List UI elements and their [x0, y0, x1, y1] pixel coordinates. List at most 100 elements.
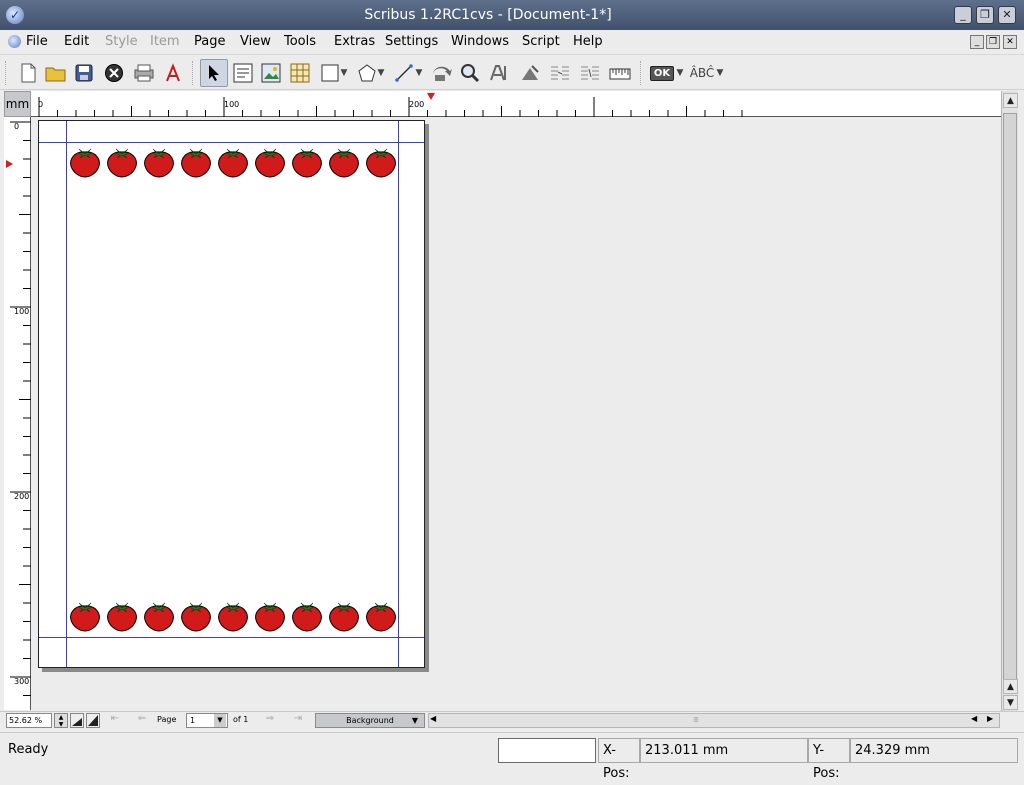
- menu-item[interactable]: Item: [150, 34, 180, 49]
- ruler-pointer-marker: [6, 160, 13, 168]
- select-arrow-icon[interactable]: [200, 59, 228, 87]
- chevron-down-icon[interactable]: ▼: [713, 59, 727, 87]
- scroll-right-arrow-icon[interactable]: ▶: [987, 714, 993, 723]
- document-page[interactable]: [38, 120, 425, 668]
- strawberry-icon: [364, 599, 398, 633]
- scroll-up-arrow-icon[interactable]: ▲: [1003, 679, 1018, 694]
- menu-help[interactable]: Help: [573, 34, 603, 49]
- menu-extras[interactable]: Extras: [334, 34, 375, 49]
- zoom-in-icon[interactable]: [86, 713, 100, 728]
- ruler-h-label-200: 200: [409, 100, 425, 109]
- menu-page[interactable]: Page: [194, 34, 225, 49]
- print-icon[interactable]: [130, 59, 158, 87]
- zoom-out-icon[interactable]: [70, 713, 84, 728]
- close-window-button[interactable]: ✕: [998, 6, 1016, 24]
- vertical-scrollbar[interactable]: ▲ ▲ ▼: [1001, 91, 1018, 711]
- preflight-label: OK: [649, 65, 675, 81]
- xpos-label: X-Pos:: [598, 738, 640, 781]
- document-menu-icon[interactable]: [8, 35, 21, 48]
- page-label: Page: [157, 715, 177, 724]
- zoom-stepper[interactable]: ▲ ▼: [54, 713, 68, 728]
- scroll-left-arrow-icon[interactable]: ◀: [971, 714, 977, 723]
- first-page-icon[interactable]: ⇤: [104, 713, 126, 728]
- strawberry-icon: [253, 145, 287, 179]
- ruler-pointer-marker: [427, 93, 435, 100]
- progress-bar: [498, 738, 596, 763]
- chevron-down-icon[interactable]: ▼: [337, 59, 351, 87]
- scroll-left-arrow-icon[interactable]: ◀: [430, 714, 436, 723]
- mdi-close-button[interactable]: ✕: [1003, 35, 1017, 49]
- strawberry-icon: [179, 599, 213, 633]
- layer-value: Background: [346, 716, 394, 725]
- vertical-ruler-ticks: [6, 121, 31, 696]
- chevron-down-icon[interactable]: ▼: [412, 714, 418, 727]
- menu-style[interactable]: Style: [105, 34, 138, 49]
- save-icon[interactable]: [70, 59, 98, 87]
- link-frames-icon[interactable]: [546, 59, 574, 87]
- zoom-icon[interactable]: [456, 59, 484, 87]
- minimize-button[interactable]: _: [954, 6, 972, 24]
- strawberry-icon: [105, 145, 139, 179]
- zoom-field[interactable]: 52.62 %: [6, 713, 52, 728]
- strawberry-icon: [142, 145, 176, 179]
- strawberry-icon: [105, 599, 139, 633]
- image-frame-icon[interactable]: [257, 59, 285, 87]
- maximize-button[interactable]: ❐: [976, 6, 994, 24]
- main-toolbar: ▼ ▼ ▼ OK ▼ ÂBĈ ▼: [0, 56, 1024, 90]
- next-page-icon[interactable]: ⇒: [259, 713, 281, 728]
- edit-contents-icon[interactable]: [486, 59, 514, 87]
- menu-edit[interactable]: Edit: [64, 34, 89, 49]
- rotate-icon[interactable]: [428, 59, 456, 87]
- open-folder-icon[interactable]: [42, 59, 70, 87]
- margin-guide-top: [39, 142, 424, 143]
- title-bar: ✓ Scribus 1.2RC1cvs - [Document-1*] _ ❐ …: [0, 0, 1024, 30]
- menu-file[interactable]: File: [26, 34, 48, 49]
- menu-view[interactable]: View: [240, 34, 271, 49]
- strawberry-icon: [327, 145, 361, 179]
- preflight-icon[interactable]: OK: [648, 59, 676, 87]
- vertical-ruler[interactable]: 0 100 200 300: [4, 117, 31, 710]
- mdi-minimize-button[interactable]: _: [970, 35, 984, 49]
- new-document-icon[interactable]: [14, 59, 42, 87]
- scroll-down-arrow-icon[interactable]: ▼: [1003, 695, 1018, 710]
- horizontal-scrollbar[interactable]: ◀ ⁞⁞⁞⁞ ◀ ▶: [428, 713, 1000, 728]
- close-icon[interactable]: [100, 59, 128, 87]
- previous-page-icon[interactable]: ⇐: [131, 713, 153, 728]
- text-frame-icon[interactable]: [229, 59, 257, 87]
- table-icon[interactable]: [286, 59, 314, 87]
- menu-script[interactable]: Script: [522, 34, 560, 49]
- status-text: Ready: [8, 742, 49, 757]
- navigation-bar: 52.62 % ▲ ▼ ⇤ ⇐ Page 1 ▼ of 1 ⇒ ⇥ Backgrou…: [0, 711, 1024, 729]
- strawberry-icon: [179, 145, 213, 179]
- page-number-select[interactable]: 1 ▼: [186, 713, 228, 728]
- spell-check-icon[interactable]: ÂBĈ: [688, 59, 716, 87]
- layer-select[interactable]: Background ▼: [315, 713, 425, 728]
- margin-guide-right: [398, 121, 399, 667]
- chevron-down-icon[interactable]: ▼: [412, 59, 426, 87]
- vertical-scroll-thumb[interactable]: [1003, 113, 1017, 683]
- menu-settings[interactable]: Settings: [385, 34, 438, 49]
- ruler-v-label-0: 0: [14, 122, 20, 131]
- chevron-down-icon[interactable]: ▼: [214, 714, 226, 727]
- strawberry-icon: [142, 599, 176, 633]
- toolbar-separator: [640, 61, 642, 85]
- menu-windows[interactable]: Windows: [451, 34, 509, 49]
- pdf-icon[interactable]: [159, 59, 187, 87]
- ruler-unit-button[interactable]: mm: [4, 91, 31, 117]
- mdi-restore-button[interactable]: ❐: [986, 35, 1000, 49]
- unlink-frames-icon[interactable]: [576, 59, 604, 87]
- strawberry-icon: [216, 599, 250, 633]
- last-page-icon[interactable]: ⇥: [287, 713, 309, 728]
- ruler-v-label-300: 300: [14, 677, 30, 686]
- page-count-label: of 1: [233, 715, 249, 724]
- measure-icon[interactable]: [606, 59, 634, 87]
- menu-tools[interactable]: Tools: [284, 34, 316, 49]
- chevron-down-icon[interactable]: ▼: [374, 59, 388, 87]
- scroll-grip[interactable]: ⁞⁞⁞⁞: [693, 716, 699, 724]
- scroll-up-arrow-icon[interactable]: ▲: [1003, 93, 1018, 108]
- horizontal-ruler[interactable]: 0 100 200: [31, 91, 1001, 117]
- chevron-down-icon[interactable]: ▼: [673, 59, 687, 87]
- status-bar: Ready X-Pos: 213.011 mm Y-Pos: 24.329 mm: [0, 732, 1024, 781]
- edit-text-icon[interactable]: [516, 59, 544, 87]
- toolbar-grip[interactable]: [5, 61, 7, 85]
